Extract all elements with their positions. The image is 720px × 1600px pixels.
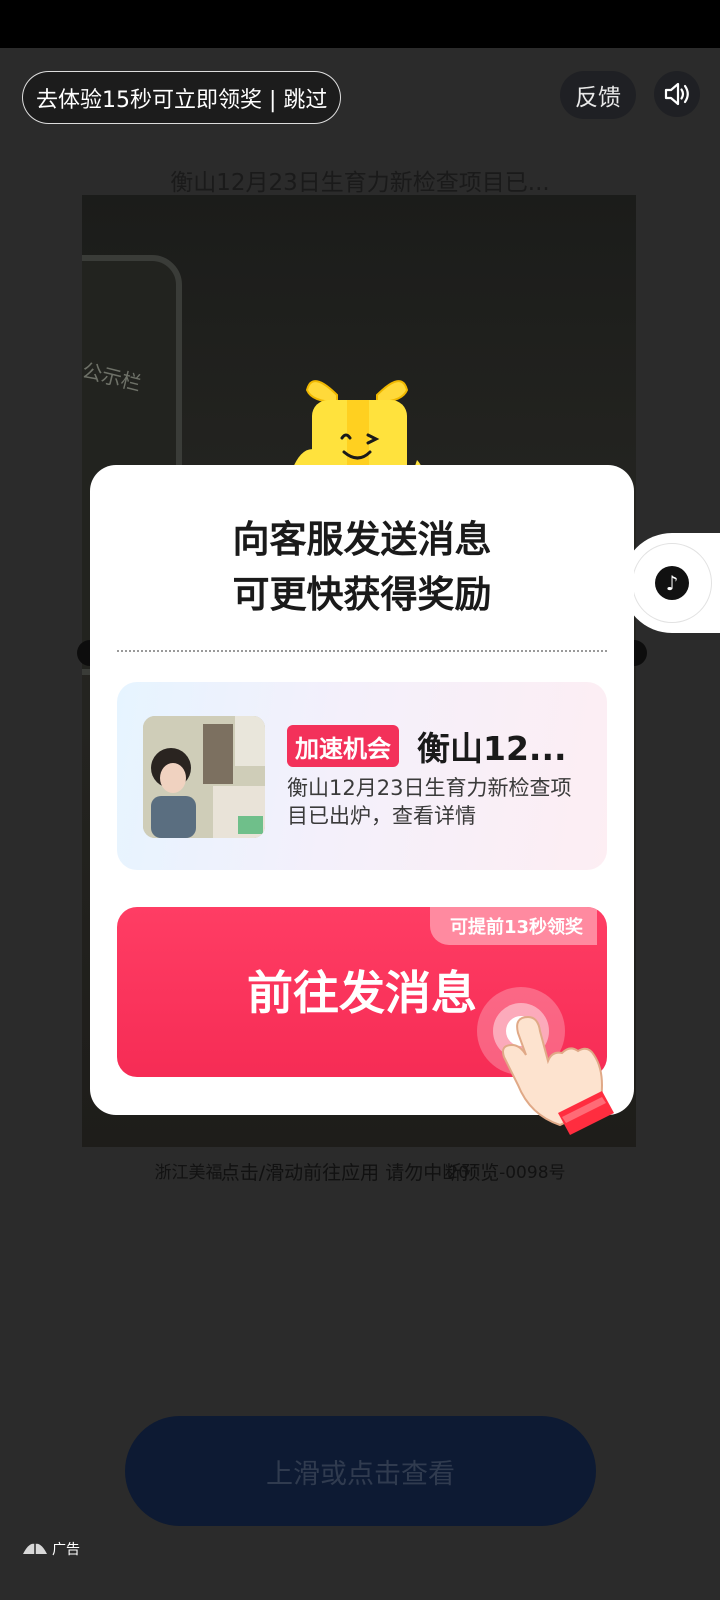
ad-label-text: 广告 xyxy=(52,1542,80,1558)
skip-reward-button[interactable]: 去体验15秒可立即领奖 | 跳过 xyxy=(22,71,342,124)
ad-network-icon xyxy=(23,1543,47,1554)
speaker-icon xyxy=(664,82,689,106)
clinic-thumbnail-image xyxy=(143,716,265,838)
clinic-thumbnail xyxy=(143,716,265,838)
swipe-hint: 点击/滑动前往应用 请勿中断预览 xyxy=(220,1162,500,1184)
side-tab-ring: ♪ xyxy=(632,543,712,623)
dialog-divider xyxy=(117,650,607,652)
side-app-tab[interactable]: ♪ xyxy=(622,533,720,633)
status-bar xyxy=(0,0,720,48)
sound-toggle-button[interactable] xyxy=(654,71,700,117)
message-info-card[interactable]: 加速机会 衡山12... 衡山12月23日生育力新检查项目已出炉，查看详情 xyxy=(117,682,607,870)
pointing-hand-icon xyxy=(502,1015,614,1135)
card-headline: 衡山12... xyxy=(417,729,567,768)
video-title: 衡山12月23日生育力新检查项目已... xyxy=(170,170,550,196)
dialog-title: 向客服发送消息 可更快获得奖励 xyxy=(90,512,634,622)
early-reward-tag: 可提前13秒领奖 xyxy=(430,907,598,945)
ad-label: 广告 xyxy=(22,1537,80,1561)
card-description: 衡山12月23日生育力新检查项目已出炉，查看详情 xyxy=(287,776,572,828)
notice-board-text: 公示栏 xyxy=(82,358,144,396)
dialog-title-line1: 向客服发送消息 xyxy=(232,518,492,561)
dialog-title-line2: 可更快获得奖励 xyxy=(232,573,492,616)
swipe-view-button[interactable]: 上滑或点击查看 xyxy=(125,1416,596,1526)
douyin-icon: ♪ xyxy=(655,566,689,600)
boost-badge: 加速机会 xyxy=(287,725,399,767)
feedback-button[interactable]: 反馈 xyxy=(560,71,636,119)
